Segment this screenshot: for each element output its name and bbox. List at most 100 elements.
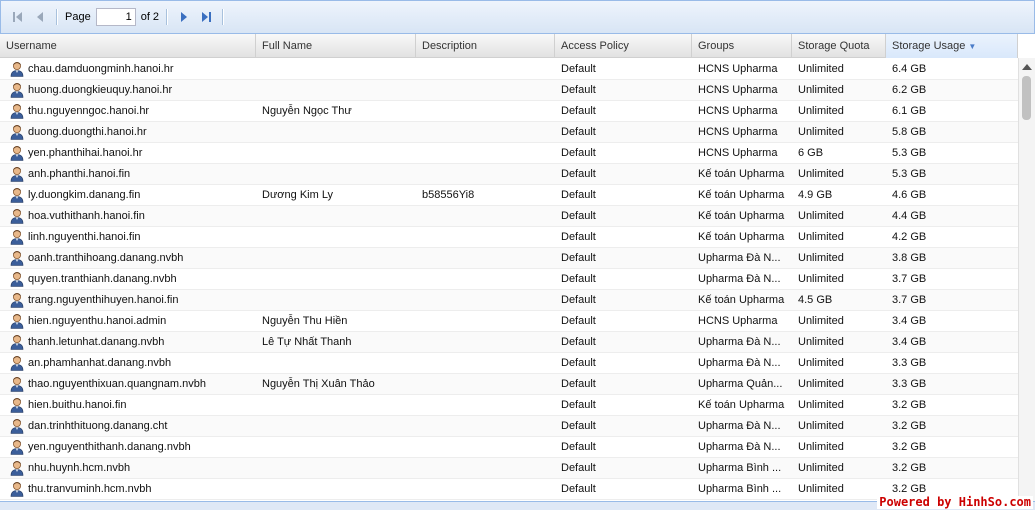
column-header-groups[interactable]: Groups xyxy=(692,34,792,58)
cell-full-name xyxy=(256,416,416,436)
column-header-description[interactable]: Description xyxy=(416,34,555,58)
cell-description xyxy=(416,416,555,436)
cell-username: hien.buithu.hanoi.fin xyxy=(0,395,256,415)
table-row[interactable]: thu.tranvuminh.hcm.nvbh Default Upharma Bì… xyxy=(0,479,1018,500)
user-icon xyxy=(10,334,24,350)
column-header-label: Username xyxy=(6,40,57,52)
table-row[interactable]: thanh.letunhat.danang.nvbh Lê Tự Nhất Tha… xyxy=(0,332,1018,353)
cell-storage-quota: Unlimited xyxy=(798,105,844,117)
cell-storage-usage: 4.2 GB xyxy=(892,231,927,243)
table-row[interactable]: yen.nguyenthithanh.danang.nvbh Default Uph… xyxy=(0,437,1018,458)
column-header-label: Storage Quota xyxy=(798,40,870,52)
grid-header: Username Full Name Description Access Polic… xyxy=(0,34,1018,58)
cell-description xyxy=(416,101,555,121)
cell-full-name xyxy=(256,353,416,373)
cell-username: thanh.letunhat.danang.nvbh xyxy=(0,332,256,352)
cell-full-name xyxy=(256,143,416,163)
cell-description xyxy=(416,227,555,247)
cell-storage-quota: Unlimited xyxy=(798,315,844,327)
cell-full-name: Nguyễn Thu Hiền xyxy=(262,315,348,327)
cell-username: linh.nguyenthi.hanoi.fin xyxy=(0,227,256,247)
first-page-button[interactable] xyxy=(7,6,29,28)
username-text: hien.nguyenthu.hanoi.admin xyxy=(28,315,167,327)
cell-storage-quota: Unlimited xyxy=(798,441,844,453)
scroll-up-icon[interactable] xyxy=(1022,64,1032,70)
username-text: oanh.tranthihoang.danang.nvbh xyxy=(28,252,184,264)
table-row[interactable]: hoa.vuthithanh.hanoi.fin Default Kế toán U… xyxy=(0,206,1018,227)
column-header-storage-usage[interactable]: Storage Usage ▼ xyxy=(886,34,1018,58)
cell-storage-usage: 3.3 GB xyxy=(892,357,927,369)
cell-storage-usage: 3.3 GB xyxy=(892,378,927,390)
username-text: linh.nguyenthi.hanoi.fin xyxy=(28,231,141,243)
table-row[interactable]: yen.phanthihai.hanoi.hr Default HCNS Uphar… xyxy=(0,143,1018,164)
table-row[interactable]: thu.nguyenngoc.hanoi.hr Nguyễn Ngọc Thư De… xyxy=(0,101,1018,122)
column-header-label: Storage Usage xyxy=(892,40,966,52)
user-icon xyxy=(10,397,24,413)
cell-access-policy: Default xyxy=(561,210,596,222)
table-row[interactable]: an.phamhanhat.danang.nvbh Default Upharma … xyxy=(0,353,1018,374)
scrollbar-thumb[interactable] xyxy=(1022,76,1031,120)
cell-description xyxy=(416,122,555,142)
username-text: thao.nguyenthixuan.quangnam.nvbh xyxy=(28,378,206,390)
cell-full-name xyxy=(256,395,416,415)
cell-access-policy: Default xyxy=(561,84,596,96)
table-row[interactable]: trang.nguyenthihuyen.hanoi.fin Default Kế … xyxy=(0,290,1018,311)
cell-description xyxy=(416,143,555,163)
cell-groups: Upharma Đà N... xyxy=(698,441,781,453)
column-header-full-name[interactable]: Full Name xyxy=(256,34,416,58)
cell-storage-quota: 4.5 GB xyxy=(798,294,833,306)
next-page-button[interactable] xyxy=(173,6,195,28)
previous-page-button[interactable] xyxy=(29,6,51,28)
vertical-scrollbar[interactable] xyxy=(1018,58,1035,501)
table-row[interactable]: ly.duongkim.danang.fin Dương Kim Ly b58556… xyxy=(0,185,1018,206)
column-header-access-policy[interactable]: Access Policy xyxy=(555,34,692,58)
user-icon xyxy=(10,439,24,455)
table-row[interactable]: anh.phanthi.hanoi.fin Default Kế toán Upha… xyxy=(0,164,1018,185)
username-text: hien.buithu.hanoi.fin xyxy=(28,399,127,411)
user-icon xyxy=(10,208,24,224)
cell-groups: HCNS Upharma xyxy=(698,315,778,327)
user-icon xyxy=(10,481,24,497)
last-page-button[interactable] xyxy=(195,6,217,28)
cell-groups: Kế toán Upharma xyxy=(698,231,785,243)
cell-full-name xyxy=(256,479,416,499)
username-text: chau.damduongminh.hanoi.hr xyxy=(28,63,174,75)
cell-full-name xyxy=(256,164,416,184)
table-row[interactable]: quyen.tranthianh.danang.nvbh Default Uphar… xyxy=(0,269,1018,290)
user-icon xyxy=(10,82,24,98)
cell-storage-quota: Unlimited xyxy=(798,126,844,138)
table-row[interactable]: nhu.huynh.hcm.nvbh Default Upharma Bình ..… xyxy=(0,458,1018,479)
cell-storage-quota: Unlimited xyxy=(798,420,844,432)
cell-username: chau.damduongminh.hanoi.hr xyxy=(0,59,256,79)
table-row[interactable]: hien.buithu.hanoi.fin Default Kế toán Upha… xyxy=(0,395,1018,416)
table-row[interactable]: dan.trinhthituong.danang.cht Default Uphar… xyxy=(0,416,1018,437)
user-icon xyxy=(10,271,24,287)
cell-description: b58556Yi8 xyxy=(422,189,475,201)
cell-description xyxy=(416,311,555,331)
table-row[interactable]: linh.nguyenthi.hanoi.fin Default Kế toán U… xyxy=(0,227,1018,248)
cell-username: thu.tranvuminh.hcm.nvbh xyxy=(0,479,256,499)
cell-storage-usage: 6.1 GB xyxy=(892,105,927,117)
cell-full-name xyxy=(256,122,416,142)
table-row[interactable]: oanh.tranthihoang.danang.nvbh Default Upha… xyxy=(0,248,1018,269)
cell-access-policy: Default xyxy=(561,294,596,306)
cell-access-policy: Default xyxy=(561,420,596,432)
table-row[interactable]: huong.duongkieuquy.hanoi.hr Default HCNS U… xyxy=(0,80,1018,101)
cell-storage-quota: Unlimited xyxy=(798,462,844,474)
column-header-storage-quota[interactable]: Storage Quota xyxy=(792,34,886,58)
first-page-icon xyxy=(13,12,22,22)
cell-groups: Upharma Bình ... xyxy=(698,462,782,474)
cell-storage-quota: Unlimited xyxy=(798,357,844,369)
username-text: yen.nguyenthithanh.danang.nvbh xyxy=(28,441,191,453)
table-row[interactable]: hien.nguyenthu.hanoi.admin Nguyễn Thu Hiề… xyxy=(0,311,1018,332)
cell-storage-quota: Unlimited xyxy=(798,399,844,411)
current-page-input[interactable] xyxy=(95,8,136,26)
table-row[interactable]: duong.duongthi.hanoi.hr Default HCNS Uphar… xyxy=(0,122,1018,143)
table-row[interactable]: chau.damduongminh.hanoi.hr Default HCNS Up… xyxy=(0,59,1018,80)
cell-description xyxy=(416,290,555,310)
next-page-icon xyxy=(181,12,188,22)
column-header-username[interactable]: Username xyxy=(0,34,256,58)
page-label: Page xyxy=(65,11,91,23)
table-row[interactable]: thao.nguyenthixuan.quangnam.nvbh Nguyễn T… xyxy=(0,374,1018,395)
cell-groups: Upharma Đà N... xyxy=(698,336,781,348)
